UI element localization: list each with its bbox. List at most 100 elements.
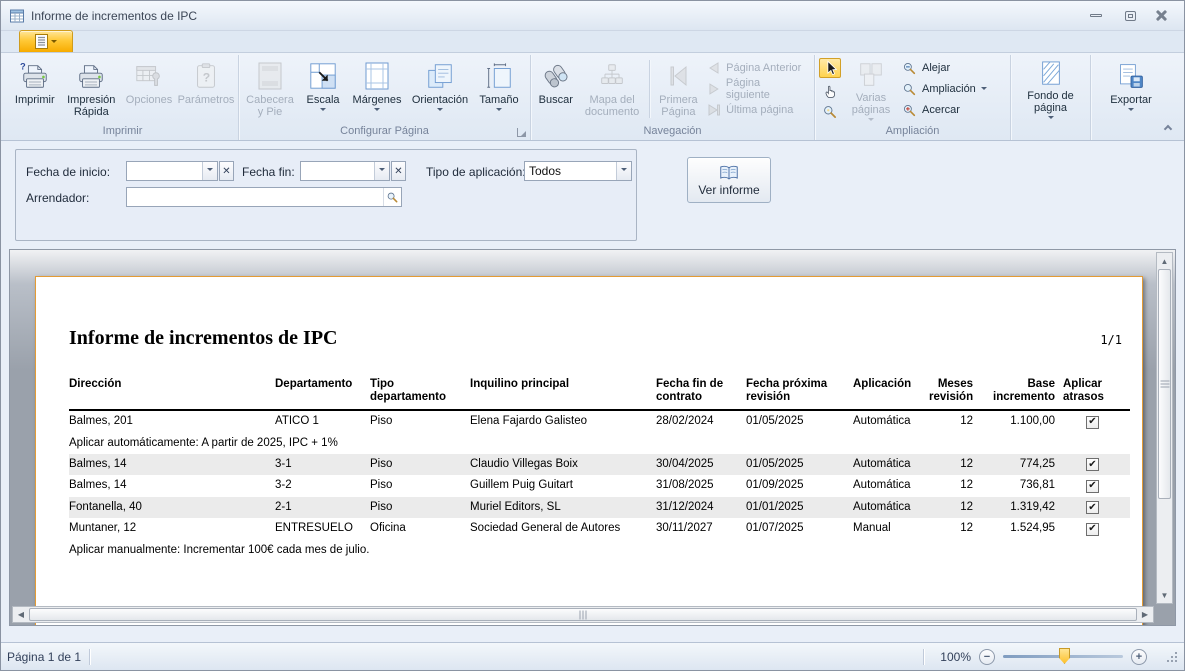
dialog-launcher-icon[interactable]	[517, 128, 526, 137]
table-cell: ENTRESUELO	[275, 518, 370, 540]
tamano-button[interactable]: Tamaño	[473, 56, 525, 122]
table-cell: 12	[929, 454, 981, 476]
acercar-button[interactable]: Acercar	[899, 101, 993, 120]
column-header: Meses revisión	[929, 376, 981, 410]
table-cell: 01/09/2025	[746, 475, 853, 497]
buscar-button[interactable]: Buscar	[533, 56, 579, 122]
close-icon[interactable]	[1154, 9, 1170, 23]
alejar-button[interactable]: Alejar	[899, 59, 993, 78]
fecha-fin-clear-button[interactable]: ✕	[391, 161, 406, 181]
ribbon-group-configurar-pagina: Cabecera y Pie Escala Márgenes	[239, 55, 531, 140]
zoom-tool-button[interactable]	[819, 102, 841, 122]
orientacion-button[interactable]: Orientación	[407, 56, 473, 122]
fecha-inicio-input[interactable]	[126, 161, 218, 181]
fecha-fin-input[interactable]	[300, 161, 390, 181]
table-cell: 31/12/2024	[656, 497, 746, 519]
column-header: Base incremento	[981, 376, 1063, 410]
svg-text:?: ?	[203, 71, 210, 85]
table-cell: 774,25	[981, 454, 1063, 476]
escala-button[interactable]: Escala	[299, 56, 347, 122]
scroll-down-icon[interactable]: ▼	[1157, 587, 1172, 603]
svg-text:?: ?	[20, 61, 26, 71]
table-cell: Claudio Villegas Boix	[470, 454, 656, 476]
ver-informe-button[interactable]: Ver informe	[687, 157, 771, 203]
collapse-ribbon-button[interactable]	[1160, 120, 1176, 134]
hand-tool-button[interactable]	[819, 80, 841, 100]
chevron-down-icon[interactable]	[202, 162, 217, 180]
table-cell: Piso	[370, 454, 470, 476]
options-icon	[134, 60, 164, 92]
minimize-icon[interactable]	[1086, 9, 1106, 23]
aplicar-atrasos-checkbox: ✔	[1086, 523, 1099, 536]
restore-icon[interactable]	[1120, 9, 1140, 23]
table-cell: ATICO 1	[275, 410, 370, 433]
table-cell: ✔	[1063, 454, 1130, 476]
chevron-down-icon	[1048, 116, 1054, 122]
fecha-inicio-clear-button[interactable]: ✕	[219, 161, 234, 181]
aplicar-atrasos-checkbox: ✔	[1086, 458, 1099, 471]
table-cell: 31/08/2025	[656, 475, 746, 497]
zoom-out-icon	[902, 61, 917, 76]
chevron-down-icon[interactable]	[616, 162, 631, 180]
chevron-down-icon[interactable]	[374, 162, 389, 180]
report-table-head-row: DirecciónDepartamentoTipo departamentoIn…	[69, 376, 1130, 410]
table-cell: 1.100,00	[981, 410, 1063, 433]
application-menu-tab[interactable]	[19, 30, 73, 52]
group-label-imprimir: Imprimir	[9, 124, 236, 140]
exportar-button[interactable]: Exportar	[1096, 56, 1166, 122]
vertical-scrollbar[interactable]: ▲ ▼	[1156, 252, 1173, 604]
document-map-icon	[597, 60, 627, 92]
vertical-scrollbar-thumb[interactable]	[1158, 269, 1171, 499]
ribbon-group-ampliacion: Varias páginas Alejar Ampliación	[815, 55, 1011, 140]
ampliacion-button[interactable]: Ampliación	[899, 80, 993, 99]
zoom-slider[interactable]	[1003, 655, 1123, 658]
resize-grip[interactable]	[1165, 650, 1178, 663]
scroll-right-icon[interactable]: ▶	[1137, 607, 1153, 622]
table-cell: 12	[929, 497, 981, 519]
group-label-ampliacion: Ampliación	[817, 124, 1008, 140]
ribbon-group-exportar: Exportar	[1091, 55, 1171, 140]
scroll-up-icon[interactable]: ▲	[1157, 253, 1172, 269]
zoom-in-button[interactable]: +	[1131, 649, 1147, 665]
horizontal-scrollbar[interactable]: ◀ ▶	[12, 606, 1154, 623]
hand-icon	[822, 82, 839, 99]
chevron-down-icon	[981, 87, 987, 93]
table-cell: 1.319,42	[981, 497, 1063, 519]
imprimir-button[interactable]: ? Imprimir	[9, 56, 61, 122]
arrendador-input[interactable]	[126, 187, 402, 207]
table-cell: Piso	[370, 497, 470, 519]
app-window: Informe de incrementos de IPC ? Imprimir	[0, 0, 1185, 671]
zoom-slider-thumb[interactable]	[1059, 648, 1070, 664]
table-row: Fontanella, 402-1PisoMuriel Editors, SL3…	[69, 497, 1130, 519]
print-icon: ?	[20, 60, 50, 92]
table-cell: Sociedad General de Autores	[470, 518, 656, 540]
horizontal-scrollbar-thumb[interactable]	[29, 608, 1137, 621]
column-header: Inquilino principal	[470, 376, 656, 410]
pointer-tool-button[interactable]	[819, 58, 841, 78]
table-cell: Balmes, 201	[69, 410, 275, 433]
page-background-icon	[1038, 60, 1064, 88]
table-row: Muntaner, 12ENTRESUELOOficinaSociedad Ge…	[69, 518, 1130, 540]
table-cell: Balmes, 14	[69, 475, 275, 497]
window-title: Informe de incrementos de IPC	[31, 9, 197, 23]
table-cell: Guillem Puig Guitart	[470, 475, 656, 497]
table-cell: 30/11/2027	[656, 518, 746, 540]
table-cell: 2-1	[275, 497, 370, 519]
lookup-magnifier-icon[interactable]	[383, 188, 401, 206]
parametros-button: ? Parámetros	[176, 56, 236, 122]
table-cell: 12	[929, 410, 981, 433]
table-cell: Piso	[370, 475, 470, 497]
table-cell: 736,81	[981, 475, 1063, 497]
margenes-button[interactable]: Márgenes	[347, 56, 407, 122]
table-cell: Balmes, 14	[69, 454, 275, 476]
zoom-out-button[interactable]: −	[979, 649, 995, 665]
impresion-rapida-button[interactable]: Impresión Rápida	[61, 56, 122, 122]
tipo-aplicacion-label: Tipo de aplicación:	[426, 165, 526, 179]
table-cell: 1.524,95	[981, 518, 1063, 540]
row-note: Aplicar automáticamente: A partir de 202…	[69, 433, 1130, 454]
table-row: Balmes, 143-1PisoClaudio Villegas Boix30…	[69, 454, 1130, 476]
fondo-de-pagina-button[interactable]: Fondo de página	[1016, 56, 1086, 122]
scroll-left-icon[interactable]: ◀	[13, 607, 29, 622]
tipo-aplicacion-select[interactable]: Todos	[524, 161, 632, 181]
column-header: Aplicar atrasos	[1063, 376, 1130, 410]
